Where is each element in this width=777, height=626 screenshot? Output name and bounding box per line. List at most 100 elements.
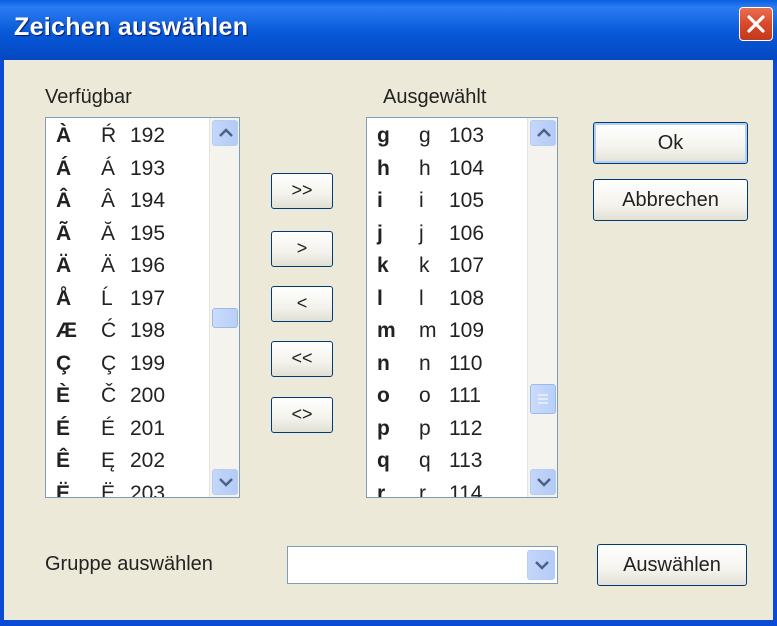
char-regular: k	[419, 254, 430, 277]
char-code: 111	[449, 384, 481, 407]
chevron-down-icon	[535, 561, 549, 570]
char-regular: o	[419, 384, 431, 407]
char-bold: j	[377, 221, 383, 245]
char-regular: Ę	[101, 449, 116, 472]
char-regular: n	[419, 351, 431, 375]
char-bold: h	[377, 156, 390, 180]
char-bold: k	[377, 254, 389, 277]
close-button[interactable]	[739, 7, 773, 41]
char-bold: Ä	[56, 254, 72, 277]
char-bold: Á	[56, 156, 72, 180]
available-scrollbar[interactable]	[209, 118, 239, 497]
char-code: 109	[449, 319, 485, 342]
group-select[interactable]	[287, 546, 558, 584]
char-regular: q	[419, 449, 431, 472]
char-code: 104	[449, 156, 485, 180]
char-bold: r	[377, 481, 386, 498]
char-code: 107	[449, 254, 485, 277]
char-regular: Ç	[101, 351, 117, 375]
char-bold: Å	[56, 286, 72, 310]
char-bold: n	[377, 351, 390, 375]
char-code: 197	[130, 286, 166, 310]
char-bold: Â	[56, 189, 72, 212]
char-bold: Ç	[56, 351, 72, 375]
char-code: 105	[449, 189, 485, 212]
char-code: 110	[449, 351, 483, 375]
char-code: 112	[449, 416, 483, 440]
selected-scrollbar[interactable]	[527, 118, 557, 497]
selected-label: Ausgewählt	[383, 86, 487, 108]
char-regular: g	[419, 124, 431, 147]
dialog-window: Zeichen auswählen Verfügbar Ausgewählt À…	[0, 0, 777, 626]
char-regular: É	[101, 416, 116, 440]
remove-button[interactable]: <	[271, 286, 333, 322]
char-bold: g	[377, 124, 390, 147]
title-bar[interactable]: Zeichen auswählen	[0, 0, 777, 60]
char-regular: h	[419, 156, 431, 180]
char-regular: p	[419, 416, 431, 440]
char-bold: Æ	[56, 319, 77, 342]
char-code: 114	[449, 481, 483, 498]
char-code: 194	[130, 189, 166, 212]
char-bold: Ë	[56, 481, 71, 498]
char-bold: o	[377, 384, 390, 407]
char-regular: j	[419, 221, 424, 245]
scroll-thumb[interactable]	[530, 384, 556, 414]
cancel-button[interactable]: Abbrechen	[593, 179, 748, 221]
char-code: 199	[130, 351, 166, 375]
available-label: Verfügbar	[45, 86, 132, 108]
char-bold: q	[377, 449, 390, 472]
char-regular: i	[419, 189, 424, 212]
char-code: 201	[130, 416, 166, 440]
char-bold: m	[377, 319, 396, 342]
arrow-down-icon	[219, 478, 233, 487]
char-regular: Ŕ	[101, 124, 117, 147]
char-bold: p	[377, 416, 390, 440]
char-regular: Č	[101, 384, 117, 407]
char-bold: Ê	[56, 449, 71, 472]
arrow-up-icon	[537, 128, 551, 137]
char-code: 192	[130, 124, 166, 147]
scroll-down-button[interactable]	[530, 469, 556, 495]
char-code: 195	[130, 221, 166, 245]
arrow-up-icon	[219, 128, 233, 137]
available-listbox[interactable]: À Ŕ 192 Á Á 193 Â Â 194 Ã Ă 195 Ä Ä 196 Å Ĺ 197 Æ Ć 198 Ç Ç 199…	[45, 117, 240, 498]
char-code: 203	[130, 481, 166, 498]
char-regular: r	[419, 481, 426, 498]
char-code: 202	[130, 449, 166, 472]
char-code: 113	[449, 449, 483, 472]
scroll-up-button[interactable]	[212, 120, 238, 146]
char-regular: Ë	[101, 481, 116, 498]
char-regular: Ă	[101, 221, 116, 245]
selected-listbox[interactable]: g g 103 h h 104 i i 105 j j 106 k k 107 l l 108 m m 109 n n 110…	[366, 117, 558, 498]
char-bold: À	[56, 124, 72, 147]
add-all-button[interactable]: >>	[271, 173, 333, 209]
char-code: 106	[449, 221, 485, 245]
char-regular: l	[419, 286, 424, 310]
char-regular: m	[419, 319, 437, 342]
remove-all-button[interactable]: <<	[271, 341, 333, 377]
char-code: 103	[449, 124, 485, 147]
scroll-up-button[interactable]	[530, 120, 556, 146]
ok-button[interactable]: Ok	[593, 122, 748, 164]
char-regular: Ĺ	[101, 286, 113, 310]
swap-button[interactable]: <>	[271, 397, 333, 433]
scroll-thumb[interactable]	[212, 308, 238, 328]
scroll-down-button[interactable]	[212, 469, 238, 495]
char-bold: i	[377, 189, 383, 212]
window-title: Zeichen auswählen	[14, 13, 249, 41]
close-icon	[747, 15, 765, 33]
char-regular: Ć	[101, 319, 117, 342]
char-code: 193	[130, 156, 166, 180]
char-bold: È	[56, 384, 71, 407]
char-bold: Ã	[56, 221, 72, 245]
char-regular: Â	[101, 189, 116, 212]
dropdown-button[interactable]	[527, 550, 555, 580]
window-frame-left	[0, 60, 4, 626]
group-label: Gruppe auswählen	[45, 553, 213, 575]
arrow-down-icon	[537, 478, 551, 487]
select-group-button[interactable]: Auswählen	[597, 544, 747, 586]
add-button[interactable]: >	[271, 231, 333, 267]
char-code: 196	[130, 254, 166, 277]
char-regular: Á	[101, 156, 116, 180]
